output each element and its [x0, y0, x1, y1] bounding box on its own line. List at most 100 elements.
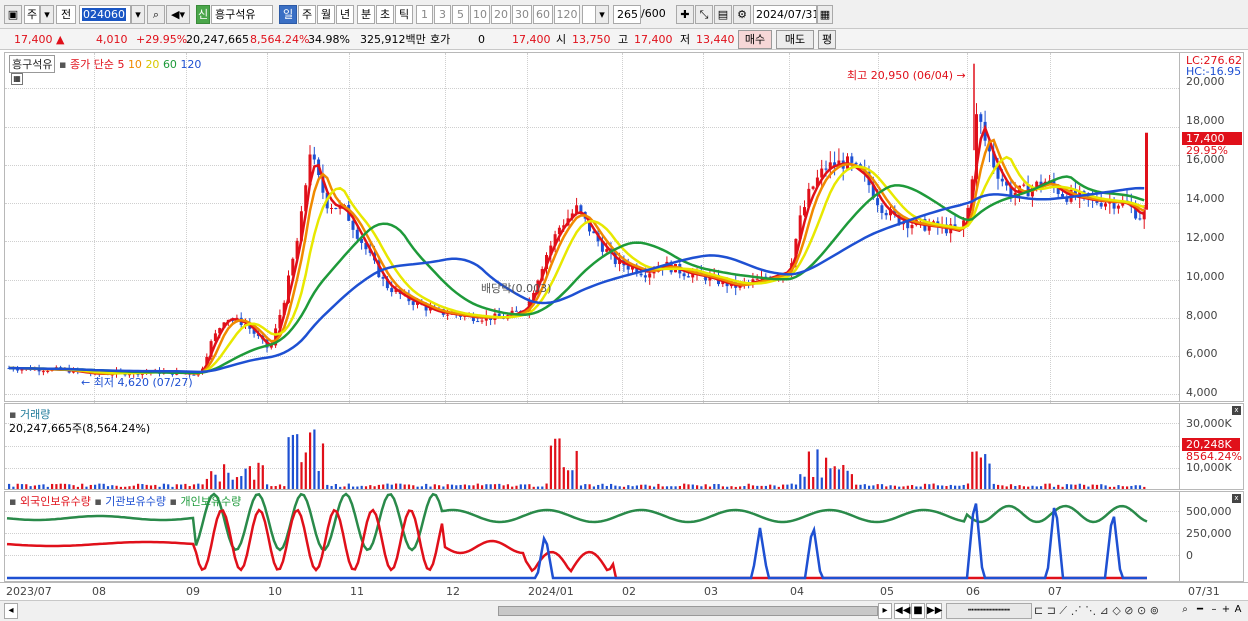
ma5-label[interactable]: 5	[117, 58, 124, 71]
volume-bar	[188, 486, 191, 489]
volume-bar	[300, 462, 303, 489]
stop-icon[interactable]: ■	[911, 603, 925, 619]
volume-bar	[713, 483, 716, 489]
avg-button[interactable]: 평	[818, 30, 836, 49]
volume-bar	[545, 483, 548, 489]
change-pct: +29.95%	[136, 33, 188, 46]
scroll-bar[interactable]: ◂ ▸ ◀◀ ■ ▶▶ ┅┅┅┅┅┅┅ ⊏ ⊐ ⟋ ⋰ ⋱ ⊿ ◇ ⊘ ⊙ ⊚ …	[0, 600, 1248, 621]
scroll-right-icon[interactable]: ▸	[878, 603, 892, 619]
interval-button[interactable]: 60	[533, 5, 553, 24]
market-select-b[interactable]: 전	[56, 5, 76, 24]
volume-bar	[425, 483, 428, 489]
zoom-slider[interactable]: ┅┅┅┅┅┅┅	[946, 603, 1032, 619]
count-input[interactable]: 265	[613, 5, 641, 24]
ma-line-10	[9, 138, 1145, 375]
sell-button[interactable]: 매도	[776, 30, 814, 49]
stock-label[interactable]: 흥구석유	[9, 55, 56, 73]
window-menu-icon[interactable]: ▣	[4, 5, 22, 24]
chevron-down-icon[interactable]: ▾	[595, 5, 609, 24]
table-icon[interactable]: ▦	[11, 73, 23, 85]
volume-bar	[124, 486, 127, 489]
ma-label[interactable]: 종가 단순	[70, 58, 114, 71]
period-week-button[interactable]: 주	[298, 5, 316, 24]
ma10-label[interactable]: 10	[128, 58, 142, 71]
volume-bar	[687, 484, 690, 489]
text-size-icon[interactable]: A	[1232, 603, 1244, 619]
calendar-icon[interactable]: ▦	[817, 5, 833, 24]
interval-button[interactable]: 1	[416, 5, 433, 24]
minus-icon[interactable]: ━	[1193, 603, 1207, 619]
volume-bar	[541, 486, 544, 489]
volume-bar	[842, 464, 845, 489]
volume-bar	[1126, 486, 1129, 489]
period-tick-button[interactable]: 틱	[395, 5, 413, 24]
interval-button[interactable]: 5	[452, 5, 469, 24]
rewind-icon[interactable]: ◀◀	[894, 603, 910, 619]
interval-button[interactable]: 10	[470, 5, 490, 24]
buy-button[interactable]: 매수	[738, 30, 772, 49]
price-chart-panel[interactable]: 흥구석유 ▪ 종가 단순 5 10 20 60 120 ▦ 최고 20,950 …	[4, 52, 1181, 403]
zoom-icon[interactable]: ⌕	[1178, 603, 1192, 619]
date-input[interactable]: 2024/07/31	[753, 5, 817, 24]
holdings-panel[interactable]: ▪ 외국인보유수량 ▪ 기관보유수량 ▪ 개인보유수량	[4, 491, 1181, 582]
volume-bar	[1035, 486, 1038, 489]
volume-bar	[915, 486, 918, 489]
stock-code-input[interactable]: 024060	[79, 5, 131, 24]
ma20-label[interactable]: 20	[145, 58, 159, 71]
scroll-thumb[interactable]	[498, 606, 878, 616]
close-icon[interactable]: x	[1232, 406, 1241, 415]
save-icon[interactable]: ▤	[714, 5, 732, 24]
interval-button[interactable]: 120	[554, 5, 580, 24]
date-label: 07	[1048, 585, 1062, 598]
close-icon[interactable]: x	[1232, 494, 1241, 503]
volume-tick: 10,000K	[1186, 461, 1232, 474]
drawing-tools[interactable]: ⊏ ⊐ ⟋ ⋰ ⋱ ⊿ ◇ ⊘ ⊙ ⊚	[1034, 603, 1174, 619]
volume-panel[interactable]: ▪ 거래량 20,247,665주(8,564.24%)	[4, 403, 1181, 490]
interval-button[interactable]: 20	[491, 5, 511, 24]
market-select-a[interactable]: 주	[24, 5, 40, 24]
volume-bar	[739, 486, 742, 489]
crosshair-icon[interactable]: ✚	[676, 5, 694, 24]
volume-bar	[481, 485, 484, 489]
stock-name-field[interactable]: 흥구석유	[211, 5, 273, 24]
volume-bar	[704, 484, 707, 489]
volume-bar	[313, 429, 316, 489]
period-month-button[interactable]: 월	[317, 5, 335, 24]
price-tick: 20,000	[1186, 75, 1225, 89]
foreign-label[interactable]: 외국인보유수량	[20, 495, 91, 508]
dash-icon[interactable]: –	[1208, 603, 1220, 619]
volume-bar	[42, 484, 45, 489]
ma60-label[interactable]: 60	[163, 58, 177, 71]
chevron-down-icon[interactable]: ▾	[40, 5, 54, 24]
chevron-down-icon[interactable]: ▾	[131, 5, 145, 24]
speaker-icon[interactable]: ◀▾	[166, 5, 190, 24]
volume-bar	[648, 485, 651, 489]
search-icon[interactable]: ⌕	[147, 5, 165, 24]
volume-bar	[111, 485, 114, 489]
interval-button[interactable]: 30	[512, 5, 532, 24]
scroll-left-icon[interactable]: ◂	[4, 603, 18, 619]
volume-bar	[197, 483, 200, 489]
volume-bar	[855, 484, 858, 489]
draw-line-icon[interactable]: ⤡	[695, 5, 713, 24]
ma120-label[interactable]: 120	[180, 58, 201, 71]
forward-icon[interactable]: ▶▶	[926, 603, 942, 619]
volume-tick: 30,000K	[1186, 417, 1232, 430]
volume-bar	[592, 486, 595, 489]
candle	[884, 209, 888, 220]
period-second-button[interactable]: 초	[376, 5, 394, 24]
gear-icon[interactable]: ⚙	[733, 5, 751, 24]
volume-bar	[450, 484, 454, 489]
individual-label[interactable]: 개인보유수량	[180, 495, 241, 508]
price-tick: 10,000	[1186, 269, 1225, 283]
period-year-button[interactable]: 년	[336, 5, 354, 24]
volume-bar	[55, 484, 58, 489]
volume-bar	[794, 484, 798, 489]
institution-label[interactable]: 기관보유수량	[105, 495, 166, 508]
interval-button[interactable]: 3	[434, 5, 451, 24]
plus-icon[interactable]: +	[1220, 603, 1232, 619]
volume-bar	[764, 485, 767, 489]
period-minute-button[interactable]: 분	[357, 5, 375, 24]
volume-bar	[941, 485, 944, 489]
period-day-button[interactable]: 일	[279, 5, 297, 24]
